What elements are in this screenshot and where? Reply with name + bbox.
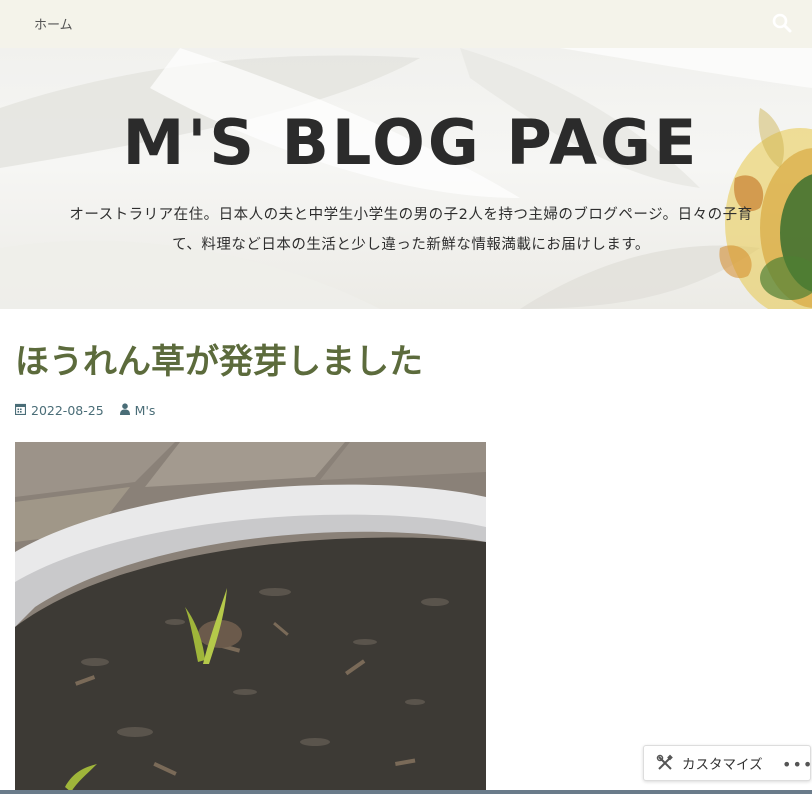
site-description: オーストラリア在住。日本人の夫と中学生小学生の男の子2人を持つ主婦のブログページ… <box>18 200 804 260</box>
more-options-icon[interactable]: ••• <box>782 755 812 774</box>
calendar-icon <box>14 403 27 418</box>
search-icon[interactable] <box>771 12 793 34</box>
post-date[interactable]: 2022-08-25 <box>31 403 104 418</box>
post-featured-image <box>15 442 486 794</box>
site-header-banner: M'S BLOG PAGE オーストラリア在住。日本人の夫と中学生小学生の男の子… <box>0 48 812 309</box>
site-title[interactable]: M'S BLOG PAGE <box>0 112 812 174</box>
top-navigation: ホーム <box>0 0 812 48</box>
nav-item-home[interactable]: ホーム <box>34 14 73 33</box>
post-meta: 2022-08-25 M's <box>14 403 156 418</box>
site-description-line-2: て、料理など日本の生活と少し違った新鮮な情報満載にお届けします。 <box>172 237 650 253</box>
customize-label: カスタマイズ <box>682 757 763 773</box>
site-description-line-1: オーストラリア在住。日本人の夫と中学生小学生の男の子2人を持つ主婦のブログページ… <box>69 207 753 223</box>
tools-icon <box>656 754 674 772</box>
post-author[interactable]: M's <box>135 403 156 418</box>
bottom-bar <box>0 790 812 794</box>
customize-button[interactable]: カスタマイズ ••• <box>643 745 812 781</box>
user-icon <box>119 403 130 418</box>
post-title[interactable]: ほうれん草が発芽しました <box>15 334 423 383</box>
